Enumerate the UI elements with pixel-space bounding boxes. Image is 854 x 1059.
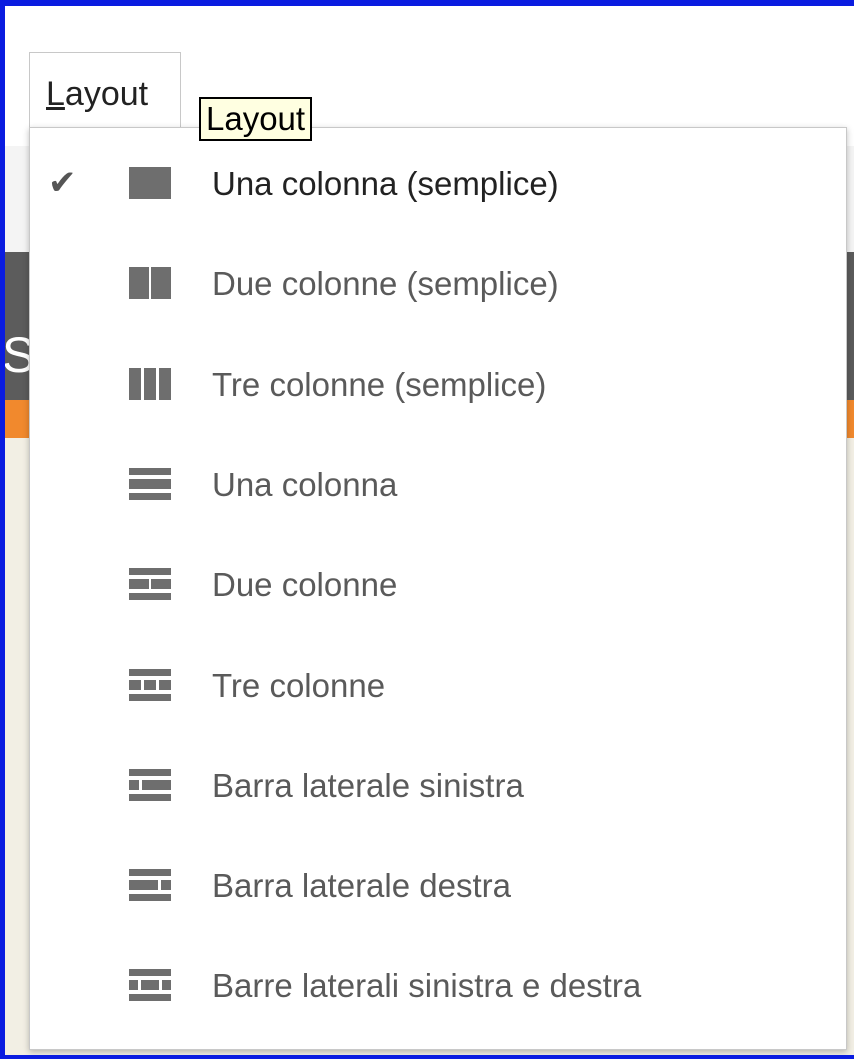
- left-sidebar-icon: [129, 768, 171, 801]
- layout-tab-label: Layout: [46, 75, 149, 113]
- layout-dropdown-menu: ✔ Una colonna (semplice) Due colonne (semp…: [29, 127, 847, 1050]
- menu-item-label: Barre laterali sinistra e destra: [212, 967, 642, 1005]
- checkmark-icon: ✔: [48, 164, 77, 202]
- menu-item-label: Due colonne (semplice): [212, 265, 559, 303]
- menu-item-right-sidebar[interactable]: Barra laterale destra: [30, 837, 846, 933]
- menu-item-three-columns-simple[interactable]: Tre colonne (semplice): [30, 336, 846, 432]
- menu-item-label: Tre colonne (semplice): [212, 365, 547, 403]
- menu-item-two-columns[interactable]: Due colonne: [30, 536, 846, 632]
- menu-item-label: Barra laterale sinistra: [212, 766, 524, 804]
- two-columns-simple-icon: [129, 267, 171, 300]
- layout-tooltip: Layout: [199, 97, 313, 142]
- one-column-icon: [129, 467, 171, 500]
- menu-item-one-column-simple[interactable]: ✔ Una colonna (semplice): [30, 135, 846, 231]
- layout-tab-mnemonic: L: [46, 75, 65, 113]
- one-column-simple-icon: [129, 167, 171, 199]
- menu-item-left-right-sidebars[interactable]: Barre laterali sinistra e destra: [30, 937, 846, 1033]
- menu-item-one-column[interactable]: Una colonna: [30, 436, 846, 532]
- right-sidebar-icon: [129, 869, 171, 902]
- menu-item-label: Una colonna: [212, 465, 398, 503]
- menu-item-left-sidebar[interactable]: Barra laterale sinistra: [30, 737, 846, 833]
- three-columns-simple-icon: [129, 367, 171, 400]
- menu-item-label: Due colonne: [212, 566, 398, 604]
- menu-item-label: Tre colonne: [212, 666, 386, 704]
- menu-item-three-columns[interactable]: Tre colonne: [30, 637, 846, 733]
- three-columns-icon: [129, 668, 171, 701]
- menu-item-label: Barra laterale destra: [212, 867, 511, 905]
- menu-item-two-columns-simple[interactable]: Due colonne (semplice): [30, 235, 846, 331]
- two-columns-icon: [129, 568, 171, 601]
- menu-item-label: Una colonna (semplice): [212, 165, 559, 202]
- left-right-sidebars-icon: [129, 969, 171, 1002]
